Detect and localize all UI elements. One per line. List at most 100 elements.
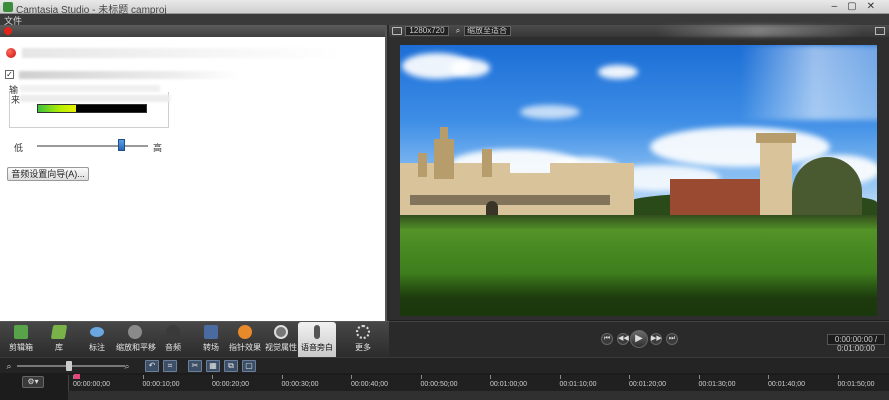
ruler-time-label: 00:01:00;00 bbox=[490, 381, 527, 388]
record-option-checkbox[interactable]: ✓ bbox=[5, 70, 14, 79]
ruler-tick bbox=[559, 375, 561, 379]
magnifier-icon: ⌕ bbox=[455, 26, 461, 35]
zoom-in-icon[interactable]: ⌕ bbox=[121, 360, 133, 372]
ruler-tick bbox=[768, 375, 769, 379]
timeline-ruler[interactable]: 00:00:00;00 00:00:10;00 00:00:20;00 00:00:3… bbox=[68, 374, 889, 391]
skip-to-end-icon[interactable]: ⏭ bbox=[666, 333, 678, 345]
scene-turret bbox=[482, 149, 492, 177]
panel-header bbox=[0, 25, 385, 37]
skip-to-start-icon[interactable]: ⏮ bbox=[601, 333, 613, 345]
task-tab-label: 标注 bbox=[89, 343, 105, 352]
playhead-marker[interactable] bbox=[74, 374, 80, 379]
redo-button[interactable]: ⌗ bbox=[163, 360, 177, 372]
task-tab-clip-bin[interactable]: 剪辑箱 bbox=[2, 322, 40, 358]
detach-preview-icon[interactable] bbox=[875, 27, 885, 35]
timeline-zoom-thumb[interactable] bbox=[66, 361, 72, 371]
scene-windows bbox=[410, 195, 610, 205]
task-tab-microphone[interactable]: 语音旁白 bbox=[298, 322, 336, 358]
cursor-effects-icon bbox=[238, 325, 252, 339]
cut-button[interactable]: ✂ bbox=[188, 360, 202, 372]
scene-turret bbox=[418, 153, 427, 177]
camtasia-app-icon bbox=[3, 2, 13, 12]
blurred-toolbar-region bbox=[654, 25, 864, 37]
ruler-time-label: 00:00:40;00 bbox=[351, 381, 388, 388]
split-button[interactable]: ▦ bbox=[206, 360, 220, 372]
window-controls[interactable]: –▢✕ bbox=[832, 1, 885, 12]
ruler-time-label: 00:00:10;00 bbox=[142, 381, 180, 388]
blurred-option-label bbox=[19, 71, 239, 79]
audio-icon bbox=[166, 325, 180, 339]
task-tab-audio[interactable]: 音频 bbox=[154, 322, 192, 358]
task-tab-label: 指针效果 bbox=[229, 343, 261, 352]
zoom-dropdown[interactable]: 缩放至适合 bbox=[464, 26, 511, 36]
visual-properties-icon bbox=[274, 325, 288, 339]
task-tab-zoom-pan[interactable]: 缩放和平移 bbox=[116, 322, 156, 358]
start-recording-row[interactable] bbox=[6, 45, 386, 61]
task-tab-label: 库 bbox=[55, 343, 63, 352]
library-icon bbox=[50, 325, 68, 339]
zoom-out-icon[interactable]: ⌕ bbox=[3, 360, 15, 372]
task-tab-more[interactable]: 更多 bbox=[344, 322, 382, 358]
preview-toolbar: 1280x720 ⌕ 缩放至适合 bbox=[389, 25, 889, 37]
task-tab-cursor-effects[interactable]: 指针效果 bbox=[226, 322, 264, 358]
ruler-time-label: 00:01:20;00 bbox=[629, 381, 666, 388]
menu-bar: 文件 bbox=[0, 14, 889, 26]
ruler-time-label: 00:00:20;00 bbox=[212, 381, 249, 388]
microphone-icon bbox=[314, 325, 320, 339]
scene-college-building bbox=[400, 163, 510, 177]
blurred-source-value bbox=[20, 95, 170, 102]
task-tab-label: 视觉属性 bbox=[265, 343, 297, 352]
clip-bin-icon bbox=[14, 325, 28, 339]
task-tab-label: 缩放和平移 bbox=[116, 343, 156, 352]
task-tab-label: 转场 bbox=[203, 343, 219, 352]
scene-gate-tower bbox=[760, 141, 792, 221]
volume-high-label: 高 bbox=[153, 143, 163, 153]
more-icon bbox=[356, 325, 370, 339]
preview-panel: 1280x720 ⌕ 缩放至适合 bbox=[389, 25, 889, 327]
audio-setup-wizard-button[interactable]: 音频设置向导(A)... bbox=[7, 167, 89, 181]
task-tab-callout[interactable]: 标注 bbox=[78, 322, 116, 358]
record-icon[interactable] bbox=[6, 48, 16, 58]
scene-cloud bbox=[450, 59, 490, 77]
paste-button[interactable]: ▢ bbox=[242, 360, 256, 372]
task-tabs: 剪辑箱 库 标注 缩放和平移 音频 转场 指针效果 视觉属性 语音旁白 更多 bbox=[0, 321, 389, 358]
task-tab-transitions[interactable]: 转场 bbox=[192, 322, 230, 358]
task-tab-label: 音频 bbox=[165, 343, 181, 352]
ruler-time-label: 00:00:00;00 bbox=[73, 381, 110, 388]
input-volume-thumb[interactable] bbox=[118, 139, 126, 151]
blurred-input-value bbox=[20, 85, 160, 92]
video-canvas[interactable] bbox=[400, 45, 877, 316]
scene-spire bbox=[440, 127, 448, 141]
task-tab-label: 剪辑箱 bbox=[9, 343, 33, 352]
timeline-track[interactable] bbox=[68, 391, 889, 400]
canvas-size-icon[interactable] bbox=[392, 27, 402, 35]
scene-cloud bbox=[520, 105, 580, 119]
scene-tower bbox=[434, 139, 454, 179]
scene-shadow bbox=[400, 273, 877, 316]
ruler-tick bbox=[281, 375, 283, 379]
step-back-icon[interactable]: ◀◀ bbox=[617, 333, 629, 345]
play-icon[interactable]: ▶ bbox=[630, 330, 648, 348]
ruler-tick bbox=[351, 375, 352, 379]
copy-button[interactable]: ⧉ bbox=[224, 360, 238, 372]
task-tab-library[interactable]: 库 bbox=[40, 322, 78, 358]
timeline-toolbar: ⌕ ⌕ ↶ ⌗ ✂ ▦ ⧉ ▢ bbox=[0, 357, 889, 373]
timeline-settings-gear-icon[interactable]: ⚙▾ bbox=[22, 376, 44, 388]
record-indicator-icon bbox=[4, 27, 12, 35]
ruler-tick bbox=[698, 375, 700, 379]
scene-cloud bbox=[650, 127, 830, 167]
transitions-icon bbox=[204, 325, 218, 339]
record-option-row[interactable]: ✓ bbox=[5, 69, 385, 81]
scene-gate-tower-top bbox=[756, 133, 796, 143]
ruler-tick bbox=[212, 375, 213, 379]
volume-low-label: 低 bbox=[14, 143, 24, 153]
step-forward-icon[interactable]: ▶▶ bbox=[650, 333, 662, 345]
timeline-ruler-row: ⚙▾ 00:00:00;00 00:00:10;00 00:00:20;00 00:0… bbox=[0, 373, 889, 400]
task-tab-label: 语音旁白 bbox=[301, 343, 333, 352]
input-volume-slider[interactable] bbox=[37, 145, 148, 147]
player-controls: ⏮ ◀◀ ▶ ▶▶ ⏭ 0:00:00:00 / 0:01:00:00 bbox=[389, 321, 889, 357]
canvas-size-dropdown[interactable]: 1280x720 bbox=[405, 26, 449, 36]
zoom-pan-icon bbox=[128, 325, 142, 339]
task-tab-visual-properties[interactable]: 视觉属性 bbox=[262, 322, 300, 358]
undo-button[interactable]: ↶ bbox=[145, 360, 159, 372]
